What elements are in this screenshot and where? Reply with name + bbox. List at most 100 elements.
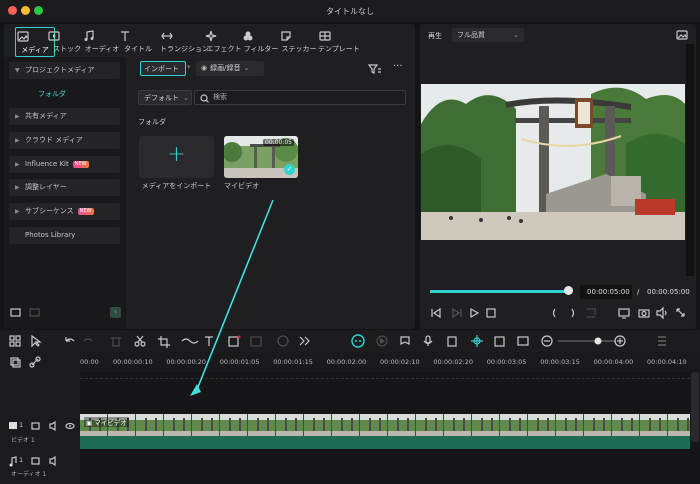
- timeline-tools: [9, 334, 666, 348]
- track-drop-zone-line: [80, 378, 690, 379]
- sidebar-item-cloud-media[interactable]: ▶ クラウド メディア: [9, 132, 120, 149]
- sidebar-item-adjustment-layer[interactable]: ▶ 調整レイヤー: [9, 179, 120, 196]
- zoom-in-icon[interactable]: [614, 335, 626, 347]
- timeline-clip-label: ▣ マイビデオ: [84, 417, 129, 427]
- new-folder-icon[interactable]: [10, 308, 21, 317]
- more-tools-icon[interactable]: [299, 336, 310, 346]
- render-icon[interactable]: [376, 335, 388, 347]
- quality-dropdown[interactable]: フル品質 ⌄: [452, 28, 524, 42]
- track-options-icon[interactable]: [658, 336, 666, 346]
- render-preview-icon[interactable]: [587, 308, 596, 318]
- ai-assistant-icon[interactable]: [351, 334, 365, 348]
- more-options-icon[interactable]: ···: [393, 61, 403, 72]
- tab-titles[interactable]: タイトル: [118, 27, 158, 57]
- volume-icon[interactable]: [656, 306, 667, 320]
- link-icon[interactable]: [29, 356, 41, 368]
- audio-mix-icon[interactable]: [447, 336, 457, 347]
- media-icon: [17, 31, 29, 42]
- sort-dropdown[interactable]: デフォルト ⌄: [138, 90, 192, 105]
- tab-audio[interactable]: オーディオ: [82, 27, 122, 57]
- collapse-sidebar-icon[interactable]: ‹: [110, 307, 121, 318]
- clip-duration: 00:00:05: [263, 139, 294, 146]
- sidebar-item-photos-library[interactable]: Photos Library: [9, 227, 120, 244]
- ruler-tick-label: 00:00:04:00: [593, 358, 634, 366]
- mark-in-icon[interactable]: [552, 308, 556, 318]
- speed-icon[interactable]: [277, 335, 289, 347]
- previous-frame-icon[interactable]: [431, 307, 441, 319]
- audio-detach-icon[interactable]: [181, 338, 199, 344]
- eye-icon[interactable]: [65, 422, 75, 430]
- folder-actions: [10, 308, 40, 317]
- plus-icon: +: [167, 142, 186, 167]
- timeline-scrollbar[interactable]: [691, 372, 699, 442]
- tab-stickers[interactable]: ステッカー: [279, 27, 319, 57]
- search-input[interactable]: 検索: [194, 90, 406, 105]
- clip-filmstrip: [80, 414, 690, 436]
- magnet-icon[interactable]: [494, 336, 505, 347]
- fullscreen-icon[interactable]: [676, 308, 685, 317]
- timeline-video-clip[interactable]: ▣ マイビデオ: [80, 414, 690, 436]
- media-clip-thumbnail[interactable]: 00:00:05 ✓: [224, 136, 298, 178]
- sidebar-item-folder[interactable]: フォルダ: [38, 89, 66, 99]
- sidebar-item-influence-kit[interactable]: ▶ Influence Kit NEW: [9, 156, 120, 173]
- folder-track-icon[interactable]: [31, 422, 40, 430]
- cut-icon[interactable]: [134, 335, 146, 347]
- mic-icon[interactable]: [423, 335, 433, 346]
- timeline-clip-audio-waveform[interactable]: [80, 436, 690, 449]
- snap-icon[interactable]: [471, 335, 483, 347]
- marker-icon[interactable]: [400, 336, 410, 345]
- track-audio-icon[interactable]: [49, 420, 56, 432]
- mask-icon[interactable]: [228, 335, 241, 347]
- ruler-tick-label: 00:00:01:05: [219, 358, 260, 366]
- playhead-knob[interactable]: [563, 286, 573, 295]
- chevron-right-icon: ▶: [15, 208, 20, 215]
- redo-icon[interactable]: [83, 338, 93, 342]
- subtitle-icon[interactable]: [517, 336, 529, 346]
- filter-sort-icon[interactable]: [368, 63, 382, 75]
- import-dropdown-icon[interactable]: ▾: [187, 63, 191, 71]
- current-time: 00:00:05:00: [587, 288, 630, 296]
- video-preview: [421, 84, 685, 240]
- folder-icon[interactable]: [29, 308, 40, 317]
- undo-icon[interactable]: [65, 337, 75, 342]
- audio-track-label: オーディオ 1: [11, 471, 47, 478]
- tab-stock-label: ストック: [53, 45, 81, 53]
- mark-out-icon[interactable]: [571, 308, 575, 318]
- layout-grid-icon[interactable]: [9, 335, 21, 347]
- text-tool-icon[interactable]: [205, 336, 213, 346]
- preview-scrollbar[interactable]: [686, 44, 694, 276]
- import-media-tile[interactable]: +: [139, 136, 214, 178]
- tab-filters[interactable]: フィルター: [241, 27, 281, 57]
- sort-dropdown-label: デフォルト: [144, 94, 179, 102]
- ai-tools-icon[interactable]: [250, 336, 262, 347]
- tab-transitions[interactable]: トランジション: [160, 27, 209, 57]
- import-button[interactable]: インポート: [140, 61, 186, 76]
- display-icon[interactable]: [618, 308, 630, 319]
- record-button[interactable]: ◉ 録画/録音 ⌄: [196, 61, 264, 76]
- crop-icon[interactable]: [158, 336, 170, 348]
- select-cursor-icon[interactable]: [31, 334, 42, 348]
- zoom-out-icon[interactable]: [541, 335, 553, 347]
- ruler-tick-label: 00:00:02:20: [433, 358, 474, 366]
- chevron-down-icon: ⌄: [183, 94, 189, 102]
- camera-icon[interactable]: [638, 309, 650, 318]
- stop-icon[interactable]: [486, 308, 496, 318]
- sidebar-item-subsequence[interactable]: ▶ サブシーケンス NEW: [9, 203, 120, 220]
- add-track-icon[interactable]: [10, 357, 21, 368]
- snapshot-icon[interactable]: [676, 30, 688, 40]
- delete-icon[interactable]: [111, 337, 121, 347]
- timeline-ruler[interactable]: 00:00 00:00:00:10 00:00:00:20 00:00:01:05 00…: [80, 352, 700, 372]
- sidebar-item-project-media[interactable]: ▼ プロジェクトメディア: [9, 62, 120, 79]
- sidebar-item-shared-media[interactable]: ▶ 共有メディア: [9, 108, 120, 125]
- tab-templates[interactable]: テンプレート: [318, 27, 360, 57]
- play-icon[interactable]: [470, 307, 480, 319]
- next-frame-icon[interactable]: [452, 307, 462, 319]
- playback-progress[interactable]: [430, 290, 568, 293]
- chevron-down-icon: ⌄: [243, 64, 250, 72]
- tab-stock[interactable]: ストック: [47, 27, 87, 57]
- checkmark-icon: ✓: [284, 164, 295, 175]
- zoom-slider[interactable]: [558, 337, 616, 345]
- folder-track-icon[interactable]: [31, 457, 40, 465]
- track-audio-icon[interactable]: [49, 455, 56, 467]
- tab-effects[interactable]: エフェクト: [204, 27, 244, 57]
